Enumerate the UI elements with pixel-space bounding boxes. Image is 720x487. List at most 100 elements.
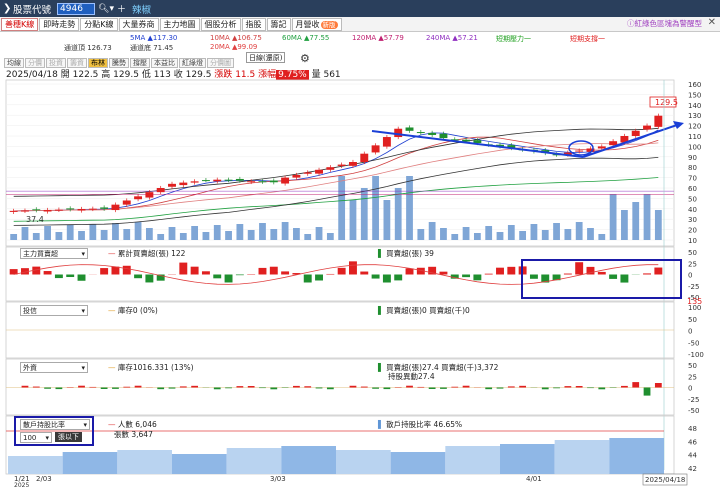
- foreign-bar: [507, 386, 515, 388]
- volume-bar: [553, 223, 560, 240]
- y-tick: -100: [688, 351, 704, 359]
- x-year-label: 2025: [14, 482, 29, 487]
- volume-bar: [168, 227, 176, 240]
- main-force-bar: [179, 262, 188, 275]
- investment-y-axis: 100 50 0 -50 -100: [688, 304, 704, 359]
- foreign-bar: [213, 387, 221, 390]
- main-force-select[interactable]: 主力買賣超: [20, 248, 88, 259]
- foreign-bar: [587, 387, 594, 389]
- main-force-bar: [77, 274, 86, 281]
- main-force-daily-label: ▌ 買賣超(張) 39: [378, 249, 434, 258]
- volume-bar: [383, 200, 391, 240]
- candle-body: [190, 181, 199, 183]
- volume-bar: [123, 229, 131, 240]
- foreign-bar: [123, 386, 131, 388]
- holders-area-block: [226, 448, 282, 474]
- volume-bar: [587, 228, 594, 240]
- y-tick: 25: [688, 373, 697, 381]
- candle-body: [269, 180, 278, 183]
- volume-bar: [315, 227, 323, 240]
- volume-bar: [55, 232, 63, 240]
- y-tick: 0: [688, 385, 692, 393]
- candle-body: [597, 146, 606, 149]
- price-y-tick: 120: [688, 123, 701, 131]
- x-axis: 1/21 2025 2/03 3/03 4/01 2025/04/18: [14, 473, 688, 487]
- volume-bar: [621, 210, 628, 240]
- foreign-bar: [598, 387, 606, 390]
- candle-body: [654, 115, 663, 127]
- candle-body: [66, 208, 75, 210]
- main-force-bar: [111, 266, 120, 275]
- chart-canvas[interactable]: 160150140130120110100908070605040302010 …: [0, 0, 720, 487]
- main-force-bar: [43, 271, 52, 275]
- main-force-bar: [484, 273, 493, 275]
- foreign-bar: [55, 387, 63, 390]
- candle-body: [416, 132, 425, 134]
- y-tick: 48: [688, 425, 697, 433]
- holders-area-block: [281, 446, 336, 474]
- volume-bar: [394, 188, 402, 240]
- candle-body: [405, 127, 414, 131]
- volume-bar: [598, 234, 606, 240]
- holders-y-axis: 48 46 44 42: [688, 425, 697, 473]
- main-force-bar: [190, 266, 199, 275]
- candle-body: [382, 137, 391, 147]
- foreign-bar: [372, 387, 379, 389]
- volume-bar: [632, 202, 640, 240]
- foreign-bar: [179, 386, 187, 388]
- candle-body: [213, 179, 222, 182]
- holders-area-block: [500, 444, 555, 474]
- volume-bar: [247, 230, 255, 240]
- x-label-4: 4/01: [526, 475, 542, 483]
- foreign-bar: [541, 387, 549, 390]
- price-y-tick: 30: [688, 216, 697, 224]
- price-y-tick: 140: [688, 102, 701, 110]
- foreign-bar: [632, 382, 640, 388]
- foreign-bar: [191, 385, 199, 388]
- volume-bar: [191, 226, 199, 240]
- investment-select[interactable]: 投信: [20, 305, 88, 316]
- main-force-bar: [100, 268, 109, 275]
- candle-body: [201, 180, 210, 182]
- candle-body: [371, 145, 380, 153]
- foreign-bar: [44, 387, 51, 389]
- x-label-2: 2/03: [36, 475, 52, 483]
- volume-bar: [643, 194, 651, 240]
- price-y-axis: 160 150 140 130 120 110 100 90 80 70 60 50 40 30 20 10: [688, 81, 701, 245]
- volume-bar: [541, 230, 549, 240]
- holders-area-block: [445, 446, 500, 474]
- candle-body: [575, 150, 584, 152]
- volume-bar: [157, 234, 165, 240]
- main-force-bar: [122, 265, 131, 275]
- foreign-bar: [496, 387, 504, 389]
- candle-body: [349, 162, 357, 166]
- price-y-tick: 60: [688, 185, 697, 193]
- main-force-bar: [507, 266, 516, 275]
- candle-body: [156, 188, 165, 193]
- foreign-hold-label: — 庫存1016.331 (13%): [108, 363, 194, 372]
- ma-line: [13, 129, 659, 212]
- volume-bar: [270, 229, 278, 240]
- volume-bar: [100, 230, 108, 240]
- candle-body: [462, 139, 471, 142]
- y-tick: 46: [688, 438, 697, 446]
- volume-bar: [179, 233, 187, 240]
- foreign-bar: [575, 386, 583, 388]
- candle-body: [21, 210, 29, 212]
- foreign-bar: [462, 385, 470, 388]
- volume-bar: [89, 224, 97, 240]
- volume-bar: [440, 228, 447, 240]
- volume-bar: [66, 225, 74, 240]
- foreign-bar: [112, 387, 119, 389]
- holders-area-block: [609, 438, 664, 474]
- main-force-bar: [269, 266, 278, 275]
- candle-body: [77, 209, 86, 211]
- volume-bar: [575, 222, 583, 240]
- ma-line: [13, 127, 659, 197]
- foreign-bar: [32, 386, 40, 388]
- foreign-bar: [304, 386, 312, 388]
- x-label-3: 3/03: [270, 475, 286, 483]
- foreign-select[interactable]: 外資: [20, 362, 88, 373]
- volume-bar: [564, 229, 572, 240]
- foreign-bar: [326, 387, 334, 390]
